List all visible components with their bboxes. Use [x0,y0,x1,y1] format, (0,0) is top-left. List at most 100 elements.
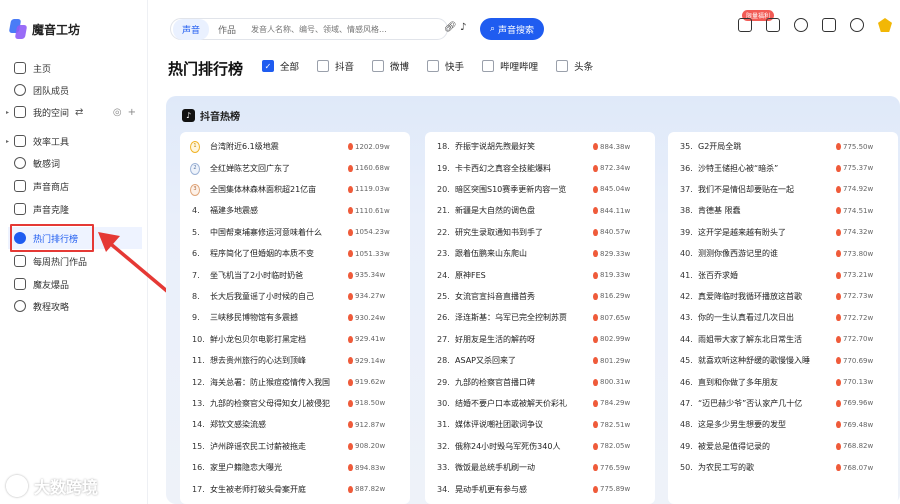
gift-icon[interactable] [766,18,780,32]
topic-title[interactable]: 直到和你做了多年朋友 [694,377,836,388]
ranking-row[interactable]: 50. 为农民工写的歌 768.07w [668,457,898,478]
sidebar-item-voice-clone[interactable]: 声音克隆 [8,198,142,220]
ranking-row[interactable]: 10. 鲜小龙包贝尔电影打黑定档 929.41w [180,329,410,350]
topic-title[interactable]: 测测你像西游记里的谁 [694,248,836,259]
download-icon[interactable] [822,18,836,32]
topic-title[interactable]: 台湾附近6.1级地震 [206,141,348,152]
app-logo[interactable]: 魔音工坊 [8,19,80,39]
ranking-row[interactable]: 26. 泽连斯基：乌军已完全控制苏贾 807.65w [425,307,655,328]
topic-title[interactable]: 女流官宣抖音直播首秀 [451,291,593,302]
topic-title[interactable]: “迈巴赫少爷”否认家产几十亿 [694,398,836,409]
ranking-row[interactable]: 36. 沙特王储担心被“暗杀” 775.37w [668,157,898,178]
ranking-row[interactable]: 19. 卡卡西幻之真容全技能爆料 872.34w [425,157,655,178]
video-icon[interactable] [738,18,752,32]
topic-title[interactable]: 女生被老师打破头骨案开庭 [206,484,348,495]
ranking-row[interactable]: 38. 肯德基 限蠢 774.51w [668,200,898,221]
topic-title[interactable]: 原神FES [451,270,593,281]
checkbox-icon[interactable] [482,60,495,72]
ranking-row[interactable]: 4. 福建多地震感 1110.61w [180,200,410,221]
ranking-row[interactable]: 6. 程序简化了但婚姻的本质不变 1051.33w [180,243,410,264]
topic-title[interactable]: 沙特王储担心被“暗杀” [694,163,836,174]
topic-title[interactable]: 你的一生认真看过几次日出 [694,312,836,323]
topic-title[interactable]: 真爱降临时我循环播放这首歌 [694,291,836,302]
topic-title[interactable]: 郑钦文感染流感 [206,419,348,430]
topic-title[interactable]: 乔振宇说胡先煦最好笑 [451,141,593,152]
tiktok-icon[interactable]: ♪ [460,22,466,33]
ranking-row[interactable]: 22. 研究生录取通知书到手了 840.57w [425,222,655,243]
ranking-row[interactable]: 23. 跟着伍鹏来山东爬山 829.33w [425,243,655,264]
topic-title[interactable]: 福建多地震感 [206,205,348,216]
search-tab-works[interactable]: 作品 [209,19,245,40]
filter-bilibili[interactable]: 哔哩哔哩 [482,59,538,73]
sidebar-item-my-space[interactable]: ▸ 我的空间 ⇄ ◎ + [6,101,142,123]
vip-diamond-icon[interactable] [878,18,892,32]
ranking-row[interactable]: 21. 新疆是大自然的调色盘 844.11w [425,200,655,221]
filter-all[interactable]: ✓ 全部 [262,59,299,73]
ranking-row[interactable]: 41. 张百乔求婚 773.21w [668,264,898,285]
topic-title[interactable]: 九部的检察官首播口碑 [451,377,593,388]
ranking-row[interactable]: 39. 这开学是越来越有盼头了 774.32w [668,222,898,243]
topic-title[interactable]: 微饭最总统手机刷一动 [451,462,593,473]
ranking-row[interactable]: 31. 媒体评说嘲社团歌词争议 782.51w [425,414,655,435]
ranking-row[interactable]: 40. 测测你像西游记里的谁 773.80w [668,243,898,264]
topic-title[interactable]: 被爱总是值得记录的 [694,441,836,452]
ranking-row[interactable]: 15. 泸州辟谣农民工讨薪被拖走 908.20w [180,436,410,457]
voice-search-button[interactable]: ⌕ 声音搜索 [480,18,544,40]
ranking-row[interactable]: 35. G2开局全跳 775.50w [668,136,898,157]
search-input[interactable] [251,24,392,34]
topic-title[interactable]: 研究生录取通知书到手了 [451,227,593,238]
ranking-row[interactable]: 37. 我们不是情侣却要贴在一起 774.92w [668,179,898,200]
switch-icon[interactable]: ⇄ [75,107,83,118]
topic-title[interactable]: 程序简化了但婚姻的本质不变 [206,248,348,259]
ranking-row[interactable]: 8. 长大后我童谣了小时候的自己 934.27w [180,286,410,307]
topic-title[interactable]: ASAP又杀回来了 [451,355,593,366]
bell-icon[interactable] [850,18,864,32]
ranking-row[interactable]: 49. 被爱总是值得记录的 768.82w [668,436,898,457]
ranking-row[interactable]: 3 全国集体林森林面积超21亿亩 1119.03w [180,179,410,200]
search-tab-voice[interactable]: 声音 [173,18,210,40]
topic-title[interactable]: 鲜小龙包贝尔电影打黑定档 [206,334,348,345]
ranking-row[interactable]: 13. 九部的检察官父母得知女儿被侵犯 918.50w [180,393,410,414]
ranking-row[interactable]: 34. 晃动手机更有参与感 775.89w [425,478,655,499]
topic-title[interactable]: 想去贵州旅行的心达到顶峰 [206,355,348,366]
ranking-row[interactable]: 12. 海关总署：防止猴痘疫情传入我国 919.62w [180,371,410,392]
sidebar-item-sensitive-words[interactable]: 敏感词 [8,152,142,174]
checkbox-icon[interactable] [372,60,385,72]
topic-title[interactable]: 肯德基 限蠢 [694,205,836,216]
topic-title[interactable]: 雨姐带大家了解东北日常生活 [694,334,836,345]
topic-title[interactable]: 海关总署：防止猴痘疫情传入我国 [206,377,348,388]
topic-title[interactable]: 好朋友是生活的解药呀 [451,334,593,345]
ranking-row[interactable]: 42. 真爱降临时我循环播放这首歌 772.73w [668,286,898,307]
topic-title[interactable]: G2开局全跳 [694,141,836,152]
expand-caret-icon[interactable]: ▸ [6,138,9,145]
expand-caret-icon[interactable]: ▸ [6,109,9,116]
topic-title[interactable]: 全国集体林森林面积超21亿亩 [206,184,348,195]
settings-icon[interactable]: ◎ [113,107,122,118]
ranking-row[interactable]: 11. 想去贵州旅行的心达到顶峰 929.14w [180,350,410,371]
filter-kuaishou[interactable]: 快手 [427,59,464,73]
topic-title[interactable]: 新疆是大自然的调色盘 [451,205,593,216]
checkbox-checked-icon[interactable]: ✓ [262,60,274,72]
ranking-row[interactable]: 45. 就喜欢听这种舒缓的歌慢慢入睡 770.69w [668,350,898,371]
add-icon[interactable]: + [128,107,136,118]
ranking-row[interactable]: 17. 女生被老师打破头骨案开庭 887.82w [180,478,410,499]
ranking-row[interactable]: 14. 郑钦文感染流感 912.87w [180,414,410,435]
link-icon[interactable]: 🔗︎ [444,22,457,33]
ranking-row[interactable]: 25. 女流官宣抖音直播首秀 816.29w [425,286,655,307]
ranking-row[interactable]: 7. 坐飞机当了2小时临时奶爸 935.34w [180,264,410,285]
ranking-row[interactable]: 27. 好朋友是生活的解药呀 802.99w [425,329,655,350]
ranking-row[interactable]: 16. 家里户籍隐恋大曝光 894.83w [180,457,410,478]
checkbox-icon[interactable] [556,60,569,72]
topic-title[interactable]: 为农民工写的歌 [694,462,836,473]
filter-toutiao[interactable]: 头条 [556,59,593,73]
ranking-row[interactable]: 29. 九部的检察官首播口碑 800.31w [425,371,655,392]
ranking-row[interactable]: 5. 中国帮柬埔寨修运河意味着什么 1054.23w [180,222,410,243]
ranking-row[interactable]: 32. 俄称24小时毁乌军死伤340人 782.05w [425,436,655,457]
ranking-row[interactable]: 1 台湾附近6.1级地震 1202.09w [180,136,410,157]
topic-title[interactable]: 就喜欢听这种舒缓的歌慢慢入睡 [694,355,836,366]
sidebar-item-voice-store[interactable]: 声音商店 [8,175,142,197]
help-icon[interactable] [794,18,808,32]
ranking-row[interactable]: 46. 直到和你做了多年朋友 770.13w [668,371,898,392]
ranking-row[interactable]: 24. 原神FES 819.33w [425,264,655,285]
topic-title[interactable]: 结婚不要户口本或被解天价彩礼 [451,398,593,409]
